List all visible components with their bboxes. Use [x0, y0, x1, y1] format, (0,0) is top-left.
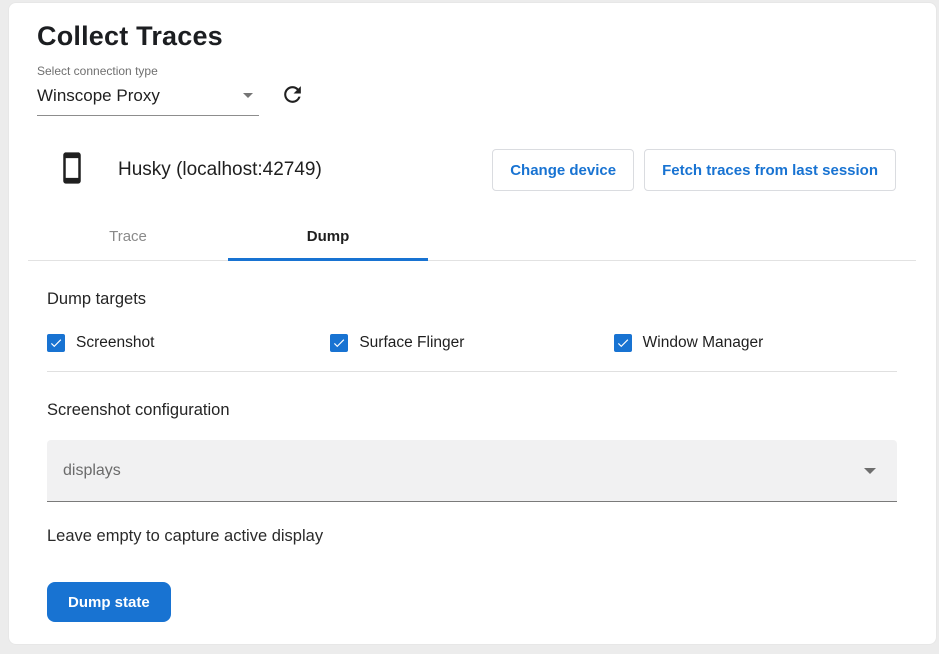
dump-targets-heading: Dump targets	[47, 290, 897, 309]
dump-targets-row: Screenshot Surface Flinger Window Manage…	[47, 334, 897, 352]
tab-dump[interactable]: Dump	[228, 212, 428, 260]
tab-trace[interactable]: Trace	[28, 212, 228, 260]
chevron-down-icon	[243, 93, 253, 98]
checkbox-checked-icon	[47, 334, 65, 352]
displays-hint: Leave empty to capture active display	[47, 527, 897, 546]
section-divider	[47, 371, 897, 372]
collect-traces-card: Collect Traces Select connection type Wi…	[8, 2, 937, 645]
refresh-connection-button[interactable]	[276, 80, 308, 112]
displays-select[interactable]: displays	[47, 440, 897, 502]
change-device-button[interactable]: Change device	[492, 149, 634, 191]
device-name: Husky (localhost:42749)	[118, 159, 322, 181]
displays-select-value: displays	[63, 462, 121, 480]
smartphone-icon	[57, 151, 87, 190]
dump-tab-content: Dump targets Screenshot Surface Flinger …	[9, 290, 936, 622]
tab-header: Trace Dump	[28, 212, 916, 261]
checkbox-window-manager[interactable]: Window Manager	[614, 334, 897, 352]
checkbox-label: Screenshot	[76, 334, 154, 352]
checkbox-surface-flinger[interactable]: Surface Flinger	[330, 334, 613, 352]
connection-type-select[interactable]: Winscope Proxy	[37, 81, 259, 116]
chevron-down-icon	[864, 468, 876, 474]
fetch-traces-button[interactable]: Fetch traces from last session	[644, 149, 896, 191]
checkbox-checked-icon	[330, 334, 348, 352]
checkbox-label: Window Manager	[643, 334, 764, 352]
connection-type-label: Select connection type	[37, 64, 908, 78]
device-row: Husky (localhost:42749) Change device Fe…	[57, 149, 896, 191]
checkbox-screenshot[interactable]: Screenshot	[47, 334, 330, 352]
connection-type-value: Winscope Proxy	[37, 86, 160, 106]
checkbox-checked-icon	[614, 334, 632, 352]
header: Collect Traces Select connection type Wi…	[9, 3, 936, 116]
refresh-icon	[280, 82, 305, 110]
checkbox-label: Surface Flinger	[359, 334, 464, 352]
screenshot-config-heading: Screenshot configuration	[47, 401, 897, 420]
page-title: Collect Traces	[37, 21, 908, 52]
dump-state-button[interactable]: Dump state	[47, 582, 171, 622]
